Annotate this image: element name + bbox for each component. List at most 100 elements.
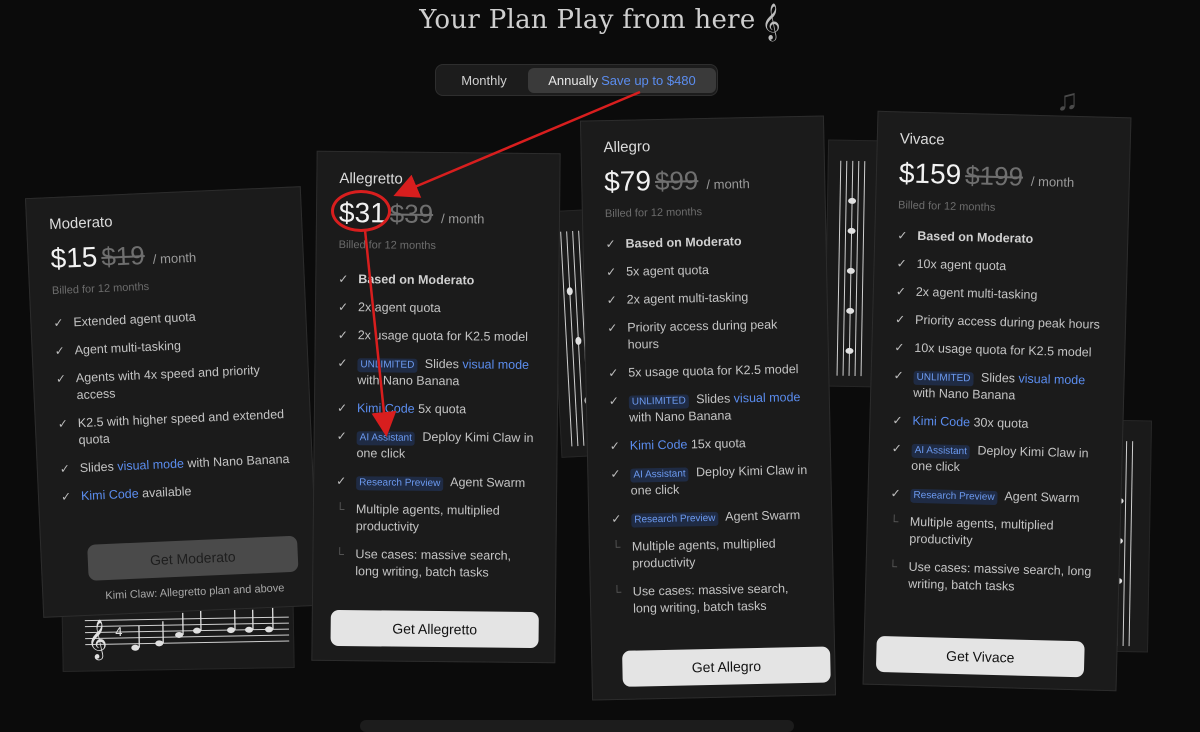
feature-subitem: └Use cases: massive search, long writing…	[613, 580, 814, 618]
treble-clef-icon: 𝄞	[762, 2, 781, 40]
plan-name: Allegretto	[339, 170, 539, 189]
kimi-code-link[interactable]: Kimi Code	[630, 437, 688, 452]
feature-text: Use cases: massive search, long writing,…	[355, 547, 511, 579]
check-icon: ✓	[58, 416, 69, 433]
feature-text: 10x usage quota for K2.5 model	[914, 341, 1092, 360]
feature-text: Agent Swarm	[722, 508, 800, 524]
feature-text: Use cases: massive search, long writing,…	[908, 560, 1091, 594]
svg-text:𝄞: 𝄞	[87, 619, 108, 660]
ai-assistant-badge: AI Assistant	[911, 444, 970, 460]
feature-item: ✓Slides visual mode with Nano Banana	[59, 451, 292, 478]
feature-item: ✓ Kimi Code 30x quota	[892, 412, 1102, 434]
feature-text: Agent Swarm	[447, 475, 525, 490]
annual-option[interactable]: AnnuallySave up to $480	[528, 68, 716, 93]
visual-mode-link[interactable]: visual mode	[117, 457, 184, 474]
plan-card-vivace: Vivace $159 $199 / month Billed for 12 m…	[863, 111, 1132, 691]
feature-text: Slides	[421, 357, 462, 371]
feature-text: 15x quota	[687, 436, 746, 451]
price-row: $15 $19 / month	[50, 233, 283, 279]
feature-text: 30x quota	[970, 415, 1029, 431]
feature-item: ✓Extended agent quota	[53, 305, 286, 332]
feature-text: Slides	[977, 370, 1018, 385]
feature-text: 5x quota	[415, 402, 467, 417]
feature-text: Based on Moderato	[625, 234, 741, 250]
billing-toggle: Monthly AnnuallySave up to $480	[435, 64, 718, 96]
check-icon: ✓	[610, 438, 620, 455]
svg-text:4: 4	[115, 625, 123, 639]
feature-text: 5x usage quota for K2.5 model	[628, 362, 799, 380]
feature-item: ✓5x usage quota for K2.5 model	[608, 361, 808, 382]
kimi-claw-footnote: Kimi Claw: Allegretto plan and above	[105, 582, 285, 602]
check-icon: ✓	[893, 367, 904, 384]
check-icon: ✓	[59, 461, 70, 478]
feature-item: ✓ 2x agent multi-tasking	[607, 288, 807, 309]
feature-text: Based on Moderato	[917, 229, 1033, 246]
indent-corner-icon: └	[888, 558, 897, 575]
plan-old-price: $39	[390, 199, 434, 230]
billing-note: Billed for 12 months	[52, 275, 284, 297]
get-moderato-button[interactable]: Get Moderato	[87, 536, 298, 581]
kimi-code-link[interactable]: Kimi Code	[81, 487, 139, 504]
feature-text: Multiple agents, multiplied productivity	[356, 502, 500, 534]
check-icon: ✓	[892, 412, 903, 429]
feature-text: Agents with 4x speed and priority access	[76, 363, 261, 402]
billing-note: Billed for 12 months	[605, 204, 805, 220]
visual-mode-link[interactable]: visual mode	[462, 357, 529, 372]
plan-period: / month	[153, 250, 197, 267]
feature-item: ✓Agents with 4x speed and priority acces…	[56, 361, 289, 405]
page-title-text: Your Plan Play from here	[419, 5, 755, 35]
research-preview-badge: Research Preview	[356, 476, 443, 491]
check-icon: ✓	[605, 236, 615, 253]
check-icon: ✓	[890, 485, 901, 502]
feature-text: with Nano Banana	[357, 373, 459, 388]
visual-mode-link[interactable]: visual mode	[1018, 372, 1085, 388]
get-vivace-button[interactable]: Get Vivace	[876, 636, 1085, 677]
feature-item: ✓UNLIMITED Slides visual mode with Nano …	[609, 389, 810, 427]
indent-corner-icon: └	[612, 539, 621, 556]
get-allegretto-button[interactable]: Get Allegretto	[330, 610, 538, 648]
feature-text: 10x agent quota	[916, 257, 1006, 273]
check-icon: ✓	[337, 400, 347, 417]
price-row: $159 $199 / month	[898, 157, 1109, 198]
check-icon: ✓	[337, 355, 347, 372]
annotation-circle	[331, 190, 391, 232]
feature-item: ✓Agent multi-tasking	[54, 333, 287, 360]
plan-name: Moderato	[49, 206, 282, 233]
kimi-code-link[interactable]: Kimi Code	[912, 414, 970, 430]
check-icon: ✓	[338, 271, 348, 288]
indent-corner-icon: └	[890, 513, 899, 530]
check-icon: ✓	[53, 315, 64, 332]
feature-text: with Nano Banana	[913, 386, 1015, 403]
feature-text: Priority access during peak hours	[627, 318, 777, 352]
feature-item: ✓5x agent quota	[606, 260, 806, 281]
feature-list: ✓Based on Moderato ✓10x agent quota ✓2x …	[888, 227, 1107, 597]
feature-text: Priority access during peak hours	[915, 313, 1100, 332]
plan-price: $159	[899, 157, 962, 191]
check-icon: ✓	[611, 511, 621, 528]
feature-item: ✓ K2.5 with higher speed and extended quo…	[58, 406, 291, 450]
feature-subitem: └Multiple agents, multiplied productivit…	[889, 513, 1100, 552]
get-allegro-button[interactable]: Get Allegro	[622, 646, 831, 686]
feature-item: ✓2x usage quota for K2.5 model	[338, 327, 538, 346]
feature-text: K2.5 with higher speed and extended quot…	[78, 407, 285, 447]
research-preview-badge: Research Preview	[631, 512, 718, 528]
check-icon: ✓	[610, 466, 620, 483]
check-icon: ✓	[896, 255, 907, 272]
feature-item: ✓ Based on Moderato	[605, 232, 805, 253]
feature-item: ✓ Kimi Code 15x quota	[610, 434, 810, 455]
feature-text: 2x agent multi-tasking	[627, 290, 749, 307]
monthly-option[interactable]: Monthly	[440, 68, 528, 93]
check-icon: ✓	[607, 292, 617, 309]
feature-item: ✓Kimi Code available	[61, 479, 294, 506]
unlimited-badge: UNLIMITED	[913, 371, 973, 387]
indent-corner-icon: └	[335, 546, 344, 563]
feature-item: ✓Priority access during peak hours	[895, 311, 1105, 333]
feature-item: ✓AI Assistant Deploy Kimi Claw in one cl…	[610, 462, 811, 500]
unlimited-badge: UNLIMITED	[357, 358, 417, 373]
kimi-code-link[interactable]: Kimi Code	[357, 401, 415, 416]
visual-mode-link[interactable]: visual mode	[734, 390, 801, 405]
feature-subitem: └ Use cases: massive search, long writing…	[888, 558, 1099, 597]
check-icon: ✓	[896, 283, 907, 300]
feature-text: available	[138, 484, 191, 500]
plan-old-price: $99	[655, 165, 699, 197]
